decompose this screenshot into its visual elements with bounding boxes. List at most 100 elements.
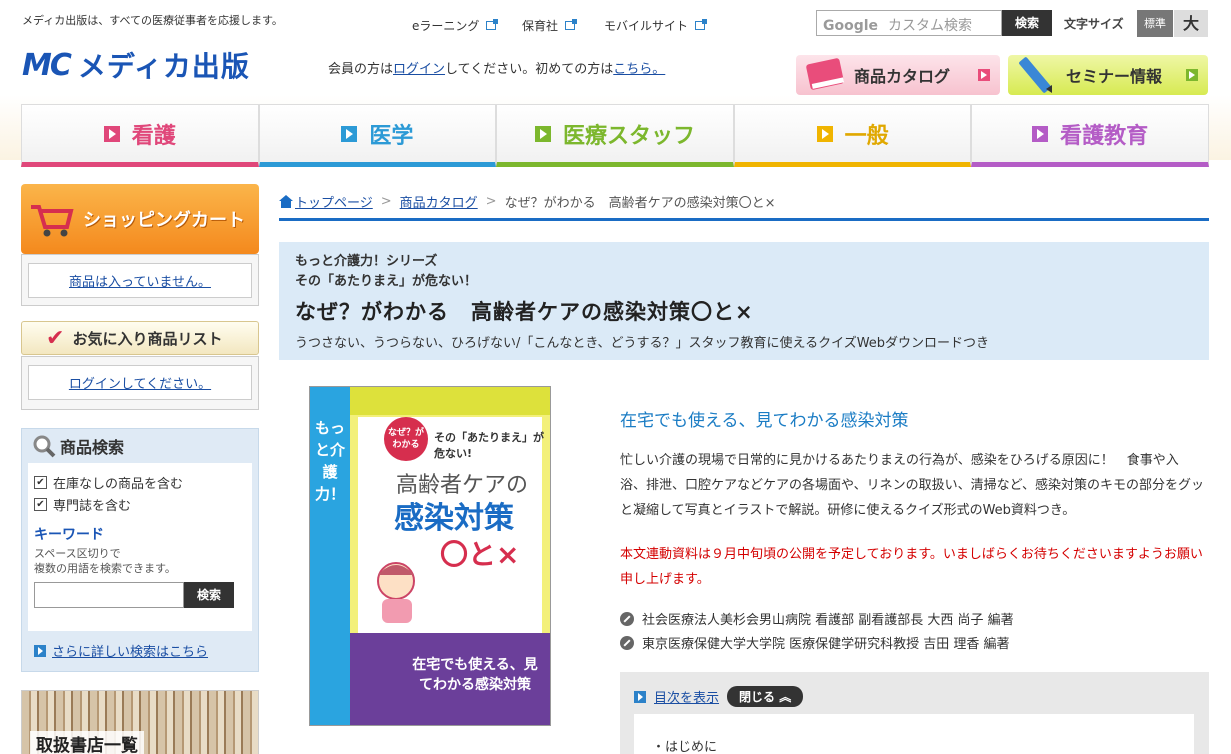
cart-box: 商品は入っていません。 xyxy=(21,254,259,306)
breadcrumb-current: なぜ？がわかる 高齢者ケアの感染対策〇と× xyxy=(504,196,776,211)
toc-content: ・はじめに xyxy=(634,714,1194,754)
cart-empty-link[interactable]: 商品は入っていません。 xyxy=(69,275,211,290)
toc-show-link[interactable]: 目次を表示 xyxy=(654,687,719,706)
book-cover-image[interactable]: もっと介護力！ なぜ？がわかる その「あたりまえ」が危ない! 高齢者ケアの 感染… xyxy=(309,386,551,726)
catalog-button[interactable]: 商品カタログ xyxy=(796,55,1000,95)
product-search-title: 商品検索 xyxy=(60,438,125,457)
tagline: メディカ出版は、すべての医療従事者を応援します。 xyxy=(22,14,283,27)
nav-medical-staff[interactable]: 医療スタッフ xyxy=(496,104,734,167)
advanced-search-link[interactable]: さらに詳しい検索はこちら xyxy=(52,641,208,660)
product-subtitle: うつさない、うつらない、ひろげない/「こんなとき、どうする？」スタッフ教育に使え… xyxy=(295,336,990,351)
member-message: 会員の方はログインしてください。初めての方はこちら。 xyxy=(328,58,665,77)
cover-line-5: 在宅でも使える、見てわかる感染対策 xyxy=(412,657,538,693)
logo-mark: MC xyxy=(22,47,72,83)
arrow-right-icon xyxy=(34,644,46,657)
include-journals-label: 専門誌を含む xyxy=(53,499,132,514)
keyword-row: 検索 xyxy=(34,582,246,608)
toc-header: 目次を表示 閉じる ︽ xyxy=(634,686,804,707)
bookstore-list-label: 取扱書店一覧 xyxy=(30,731,144,754)
arrow-right-icon xyxy=(103,125,120,142)
fontsize-large-button[interactable]: 大 xyxy=(1174,10,1208,37)
arrow-right-icon xyxy=(634,690,646,703)
site-logo[interactable]: MC メディカ出版 xyxy=(22,47,250,84)
logo-text: メディカ出版 xyxy=(77,50,250,83)
link-hoikusha[interactable]: 保育社 xyxy=(522,17,578,34)
home-icon xyxy=(279,195,293,208)
nav-medical-staff-label: 医療スタッフ xyxy=(562,123,695,149)
keyword-title: キーワード xyxy=(34,527,104,543)
login-link[interactable]: ログイン xyxy=(393,62,445,77)
favorites-label: お気に入り商品リスト xyxy=(72,329,223,348)
keyword-input[interactable] xyxy=(34,582,184,608)
product-title: なぜ？がわかる 高齢者ケアの感染対策〇と× xyxy=(295,300,754,324)
checkmark-icon: ✔ xyxy=(46,325,65,351)
author-2-text: 東京医療保健大学大学院 医療保健学研究科教授 吉田 理香 編著 xyxy=(642,637,1010,652)
shopping-cart-label: ショッピングカート xyxy=(83,210,245,231)
site-search-input[interactable]: Google カスタム検索 xyxy=(816,10,1002,36)
nav-general[interactable]: 一般 xyxy=(733,104,972,167)
checkbox-checked-icon: ✔ xyxy=(34,476,47,489)
shopping-cart-header[interactable]: ショッピングカート xyxy=(21,184,259,254)
product-title-box: もっと介護力！シリーズ その「あたりまえ」が危ない！ なぜ？がわかる 高齢者ケア… xyxy=(279,242,1209,360)
link-mobile[interactable]: モバイルサイト xyxy=(604,17,708,34)
favorites-login-container: ログインしてください。 xyxy=(28,365,252,400)
keyword-desc-2: 複数の用語を検索できます。 xyxy=(34,562,176,575)
nav-nursing-label: 看護 xyxy=(131,123,176,149)
arrow-right-icon xyxy=(816,125,833,142)
arrow-right-icon xyxy=(341,125,358,142)
member-prefix: 会員の方は xyxy=(328,62,394,77)
google-brand: Google xyxy=(823,18,879,34)
nav-general-label: 一般 xyxy=(844,123,889,149)
catalog-label: 商品カタログ xyxy=(854,67,951,86)
member-middle: してください。初めての方は xyxy=(445,62,614,77)
cart-empty-container: 商品は入っていません。 xyxy=(28,263,252,298)
breadcrumb-catalog[interactable]: 商品カタログ xyxy=(400,192,478,211)
nav-nursing[interactable]: 看護 xyxy=(21,104,259,167)
keyword-search-button[interactable]: 検索 xyxy=(184,582,234,608)
breadcrumb-rule xyxy=(279,218,1209,221)
toc-panel: 目次を表示 閉じる ︽ ・はじめに xyxy=(620,672,1209,754)
advanced-search-row: さらに詳しい検索はこちら xyxy=(22,631,258,670)
nav-nursing-education-label: 看護教育 xyxy=(1060,123,1149,149)
bookstore-list-banner[interactable]: 取扱書店一覧 xyxy=(21,690,259,754)
link-hoikusha-label: 保育社 xyxy=(522,19,559,33)
main-nav: 看護 医学 医療スタッフ 一般 看護教育 xyxy=(21,104,1209,167)
magnifier-icon xyxy=(33,435,56,458)
search-placeholder: カスタム検索 xyxy=(888,18,973,34)
breadcrumb: トップページ > 商品カタログ > なぜ？がわかる 高齢者ケアの感染対策〇と× xyxy=(279,192,775,211)
arrow-right-icon xyxy=(978,69,990,81)
keyword-desc-1: スペース区切りで xyxy=(34,547,121,560)
favorites-header[interactable]: ✔ お気に入り商品リスト xyxy=(21,321,259,355)
toc-close-button[interactable]: 閉じる ︽ xyxy=(727,686,804,707)
checkbox-checked-icon: ✔ xyxy=(34,498,47,511)
cart-icon xyxy=(31,205,74,237)
product-search-panel: 商品検索 ✔ 在庫なしの商品を含む ✔ 専門誌を含む キーワード スペース区切りで … xyxy=(21,428,259,672)
product-search-body: ✔ 在庫なしの商品を含む ✔ 専門誌を含む キーワード スペース区切りで 複数の用語… xyxy=(28,463,252,631)
fontsize-label: 文字サイズ xyxy=(1064,17,1124,31)
include-out-of-stock-checkbox[interactable]: ✔ 在庫なしの商品を含む xyxy=(34,473,246,492)
seminar-button[interactable]: セミナー情報 xyxy=(1008,55,1208,95)
product-search-header: 商品検索 xyxy=(22,429,258,463)
cover-top-band xyxy=(350,387,550,415)
favorites-box: ログインしてください。 xyxy=(21,356,259,410)
register-link[interactable]: こちら。 xyxy=(613,62,665,77)
pen-icon xyxy=(1008,55,1066,95)
favorites-login-link[interactable]: ログインしてください。 xyxy=(69,377,211,392)
breadcrumb-home[interactable]: トップページ xyxy=(295,192,373,211)
author-1: 社会医療法人美杉会男山病院 看護部 副看護部長 大西 尚子 編著 xyxy=(620,609,1014,628)
link-elearning[interactable]: eラーニング xyxy=(412,17,499,34)
link-icon xyxy=(620,635,634,650)
author-1-text: 社会医療法人美杉会男山病院 看護部 副看護部長 大西 尚子 編著 xyxy=(642,613,1014,628)
nav-medicine[interactable]: 医学 xyxy=(258,104,497,167)
fontsize-normal-button[interactable]: 標準 xyxy=(1137,10,1173,37)
link-icon xyxy=(620,611,634,626)
breadcrumb-separator: > xyxy=(485,194,497,209)
site-search-button[interactable]: 検索 xyxy=(1002,10,1052,36)
breadcrumb-separator: > xyxy=(380,194,392,209)
include-journals-checkbox[interactable]: ✔ 専門誌を含む xyxy=(34,495,246,514)
author-2: 東京医療保健大学大学院 医療保健学研究科教授 吉田 理香 編著 xyxy=(620,633,1010,652)
series-subtitle: その「あたりまえ」が危ない！ xyxy=(295,274,478,289)
nav-nursing-education[interactable]: 看護教育 xyxy=(971,104,1209,167)
series-name: もっと介護力！シリーズ xyxy=(295,254,438,269)
arrow-right-icon xyxy=(1186,69,1198,81)
